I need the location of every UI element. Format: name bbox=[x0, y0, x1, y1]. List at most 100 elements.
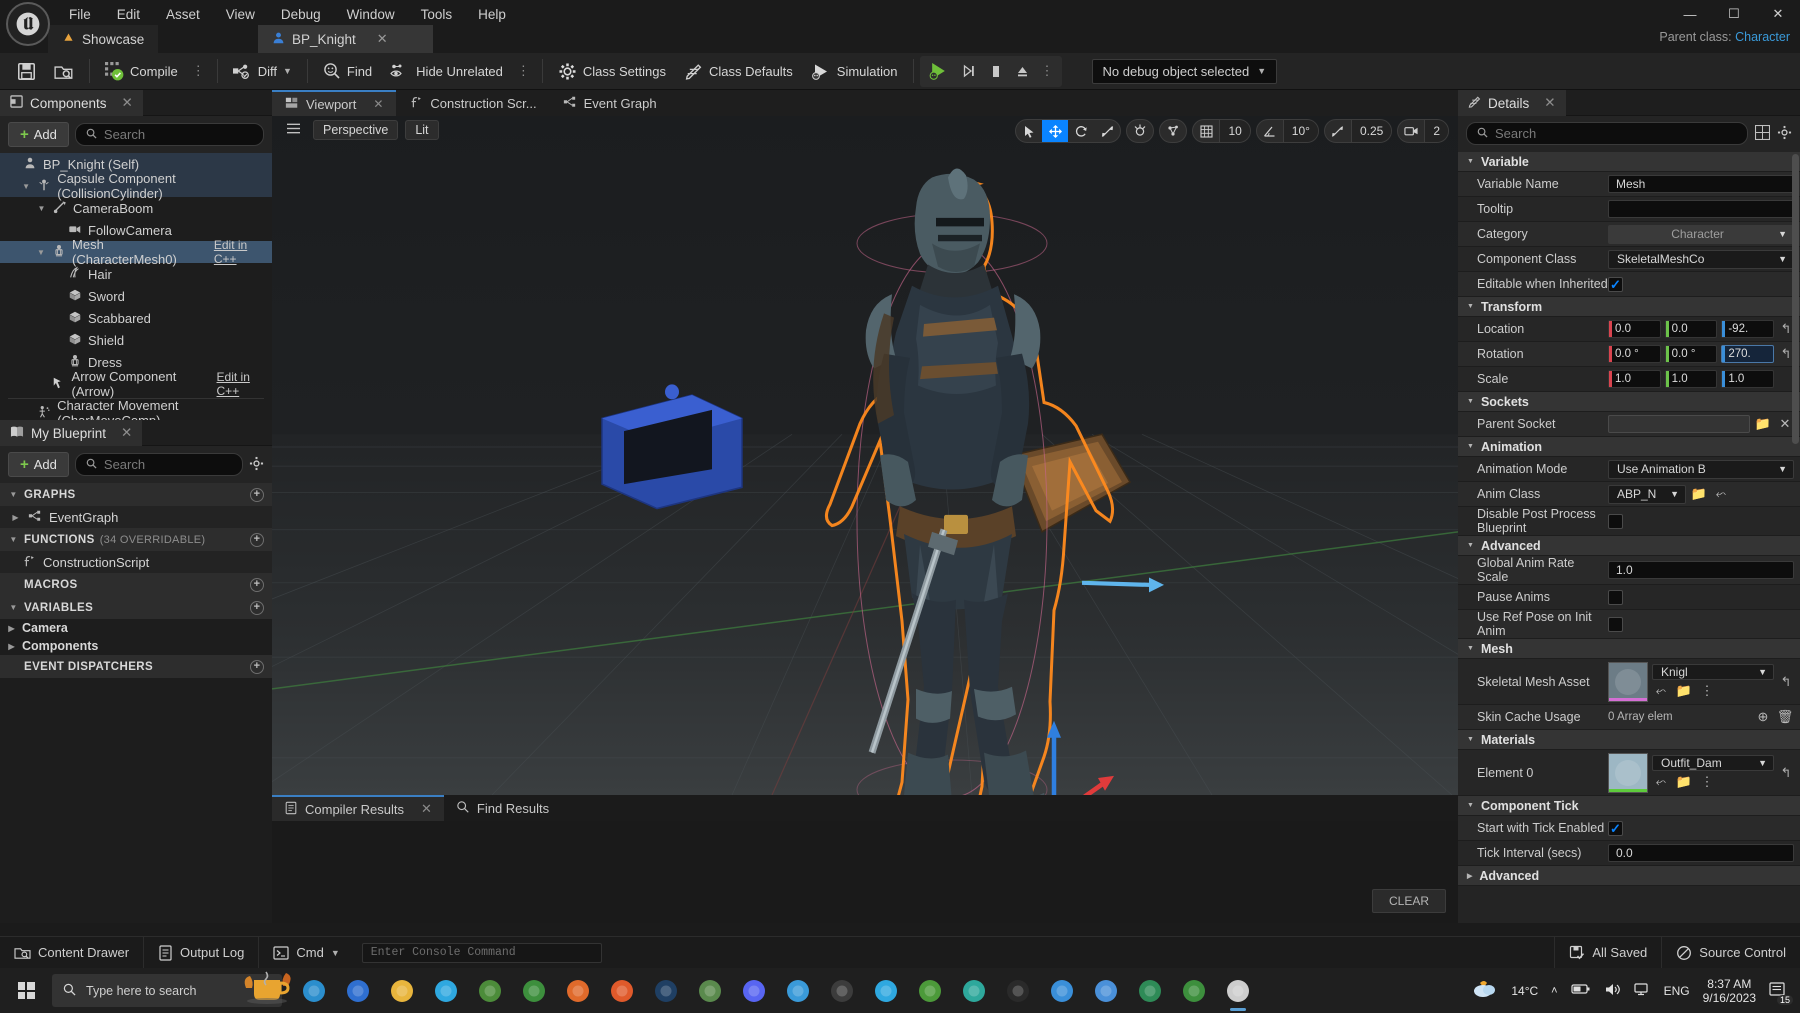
class-defaults-button[interactable]: Class Defaults bbox=[675, 57, 802, 86]
scale-snap-control[interactable]: 0.25 bbox=[1323, 119, 1393, 143]
clear-button[interactable]: CLEAR bbox=[1371, 889, 1446, 913]
chevron-down-icon[interactable]: ▼ bbox=[1467, 542, 1474, 549]
menu-tools[interactable]: Tools bbox=[408, 3, 466, 26]
chevron-right-icon[interactable]: ▶ bbox=[10, 513, 21, 522]
viewport-tab-construction-scr[interactable]: Construction Scr... bbox=[396, 90, 549, 116]
minimize-button[interactable]: — bbox=[1668, 0, 1712, 28]
vector-z-input[interactable]: 270. bbox=[1721, 345, 1775, 363]
taskbar-opera-icon[interactable] bbox=[336, 968, 380, 1013]
value-checkbox[interactable] bbox=[1608, 276, 1623, 292]
taskbar-discord-icon[interactable] bbox=[732, 968, 776, 1013]
chevron-down-icon[interactable]: ▼ bbox=[8, 535, 19, 544]
vector-x-input[interactable]: 1.0 bbox=[1608, 370, 1661, 388]
asset-name-dropdown[interactable]: Outfit_Dam ▼ bbox=[1652, 755, 1774, 771]
chevron-down-icon[interactable]: ▼ bbox=[1467, 398, 1474, 405]
use-selected-icon[interactable]: ⬿ bbox=[1652, 774, 1670, 790]
asset-options-icon[interactable]: ⋮ bbox=[1698, 774, 1716, 790]
grid-snap-control[interactable]: 10 bbox=[1192, 119, 1251, 143]
edit-in-cpp-link[interactable]: Edit in C++ bbox=[217, 370, 269, 398]
taskbar-xbox-icon[interactable] bbox=[908, 968, 952, 1013]
vector-z-input[interactable]: 1.0 bbox=[1721, 370, 1775, 388]
value-checkbox[interactable] bbox=[1608, 820, 1623, 836]
details-category-sockets[interactable]: ▼ Sockets bbox=[1458, 392, 1800, 412]
myblueprint-section-event-dispatchers[interactable]: EVENT DISPATCHERS + bbox=[0, 655, 272, 678]
scale-snap-value[interactable]: 0.25 bbox=[1350, 120, 1392, 142]
section-add-icon[interactable]: + bbox=[250, 659, 264, 674]
section-add-icon[interactable]: + bbox=[250, 577, 264, 592]
rotate-tool-button[interactable] bbox=[1068, 120, 1094, 142]
parent-class-value[interactable]: Character bbox=[1735, 30, 1790, 44]
chevron-down-icon[interactable]: ▼ bbox=[8, 603, 19, 612]
socket-field[interactable] bbox=[1608, 415, 1750, 433]
hide-unrelated-options-icon[interactable]: ⋮ bbox=[512, 63, 536, 79]
browse-button[interactable] bbox=[45, 57, 83, 86]
myblueprint-search-input[interactable]: Search bbox=[74, 453, 243, 476]
value-input[interactable]: Mesh bbox=[1608, 175, 1794, 193]
chevron-right-icon[interactable]: ▶ bbox=[6, 624, 17, 633]
myblueprint-tab[interactable]: My Blueprint ✕ bbox=[0, 420, 143, 446]
menu-edit[interactable]: Edit bbox=[104, 3, 153, 26]
vector-y-input[interactable]: 0.0 bbox=[1664, 320, 1718, 338]
tab-close-icon[interactable]: ✕ bbox=[421, 801, 432, 817]
function-item-constructionscript[interactable]: ConstructionScript bbox=[0, 551, 272, 573]
taskbar-file-explorer-icon[interactable] bbox=[380, 968, 424, 1013]
gear-icon[interactable] bbox=[249, 456, 264, 474]
diff-button[interactable]: Diff ▼ bbox=[224, 57, 301, 86]
taskbar-telegram-icon[interactable] bbox=[424, 968, 468, 1013]
component-tree-item[interactable]: ▼ Capsule Component (CollisionCylinder) bbox=[0, 171, 272, 201]
details-category-animation[interactable]: ▼ Animation bbox=[1458, 437, 1800, 457]
console-command-input[interactable]: Enter Console Command bbox=[361, 942, 602, 963]
myblueprint-section-functions[interactable]: ▼ FUNCTIONS (34 OVERRIDABLE) + bbox=[0, 528, 272, 551]
unreal-logo-icon[interactable] bbox=[6, 2, 50, 46]
component-tree-item[interactable]: ▼ Mesh (CharacterMesh0) Edit in C++ bbox=[0, 237, 272, 267]
chevron-down-icon[interactable]: ▼ bbox=[1467, 443, 1474, 450]
viewport-tab-event-graph[interactable]: Event Graph bbox=[550, 90, 670, 116]
chevron-right-icon[interactable]: ▶ bbox=[6, 642, 17, 651]
section-add-icon[interactable]: + bbox=[250, 532, 264, 547]
details-search-input[interactable]: Search bbox=[1466, 122, 1748, 145]
myblueprint-section-variables[interactable]: ▼ VARIABLES + bbox=[0, 596, 272, 619]
variable-category-item[interactable]: ▶ Components bbox=[0, 637, 272, 655]
details-category-transform[interactable]: ▼ Transform bbox=[1458, 297, 1800, 317]
value-checkbox[interactable] bbox=[1608, 589, 1623, 605]
compile-options-icon[interactable]: ⋮ bbox=[187, 63, 211, 79]
menu-asset[interactable]: Asset bbox=[153, 3, 213, 26]
browse-icon[interactable]: 📁 bbox=[1675, 683, 1693, 699]
taskbar-bitcoin-icon[interactable] bbox=[776, 968, 820, 1013]
taskbar-dolphin-icon[interactable] bbox=[468, 968, 512, 1013]
chevron-right-icon[interactable]: ▶ bbox=[1467, 872, 1472, 880]
vector-y-input[interactable]: 1.0 bbox=[1664, 370, 1718, 388]
taskbar-chrome2-icon[interactable] bbox=[1172, 968, 1216, 1013]
details-category-advanced[interactable]: ▼ Advanced bbox=[1458, 536, 1800, 556]
use-selected-icon[interactable]: ⬿ bbox=[1652, 683, 1670, 699]
eject-button[interactable] bbox=[1009, 57, 1036, 86]
chevron-down-icon[interactable]: ▼ bbox=[1467, 736, 1474, 743]
camera-speed-value[interactable]: 2 bbox=[1424, 120, 1448, 142]
myblueprint-section-macros[interactable]: MACROS + bbox=[0, 573, 272, 596]
bottom-tab-find-results[interactable]: Find Results bbox=[444, 795, 561, 821]
rotation-snap-value[interactable]: 10° bbox=[1282, 120, 1318, 142]
surface-snap-icon[interactable] bbox=[1160, 120, 1186, 142]
move-tool-button[interactable] bbox=[1042, 120, 1069, 142]
taskbar-excel-icon[interactable] bbox=[1128, 968, 1172, 1013]
value-input[interactable] bbox=[1608, 200, 1794, 218]
play-button[interactable] bbox=[922, 57, 955, 86]
chevron-down-icon[interactable]: ▼ bbox=[36, 248, 46, 257]
taskbar-terminal-icon[interactable] bbox=[820, 968, 864, 1013]
taskbar-vlc-icon[interactable] bbox=[600, 968, 644, 1013]
hide-unrelated-button[interactable]: Hide Unrelated bbox=[381, 57, 512, 86]
component-tree-item[interactable]: Scabbared bbox=[0, 307, 272, 329]
viewmode-dropdown[interactable]: Lit bbox=[405, 120, 439, 140]
content-drawer-button[interactable]: Content Drawer bbox=[0, 936, 145, 969]
value-input[interactable]: 0.0 bbox=[1608, 844, 1794, 862]
browse-icon[interactable]: 📁 bbox=[1675, 774, 1693, 790]
chevron-up-icon[interactable]: ˄ bbox=[1551, 985, 1557, 997]
asset-thumbnail[interactable] bbox=[1608, 752, 1648, 793]
chevron-down-icon[interactable]: ▼ bbox=[1467, 802, 1474, 809]
notification-center-button[interactable]: 15 bbox=[1769, 981, 1793, 1005]
tab-showcase[interactable]: Showcase bbox=[48, 25, 159, 53]
edit-in-cpp-link[interactable]: Edit in C++ bbox=[214, 238, 268, 266]
class-settings-button[interactable]: Class Settings bbox=[549, 57, 675, 86]
taskbar-edge-icon[interactable] bbox=[292, 968, 336, 1013]
taskbar-maya-icon[interactable] bbox=[1084, 968, 1128, 1013]
